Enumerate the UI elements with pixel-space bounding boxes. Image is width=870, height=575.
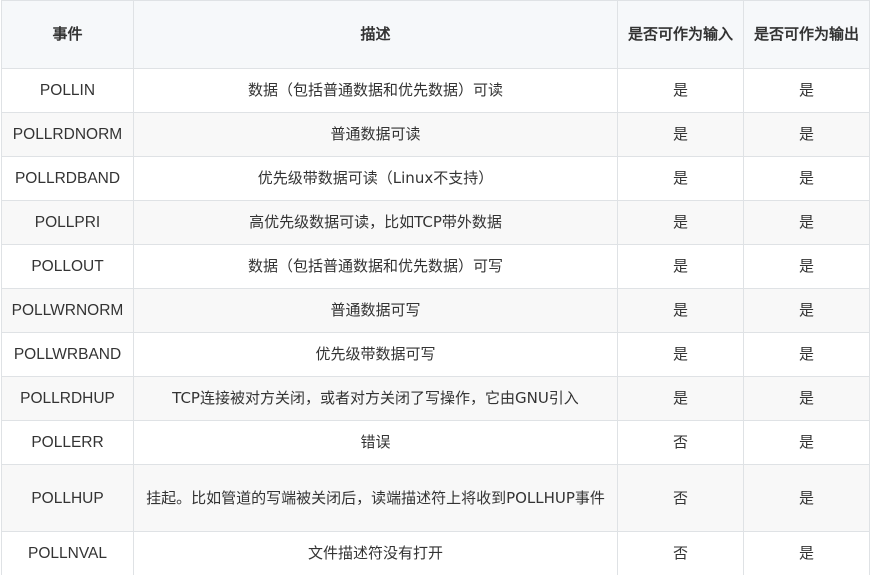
table-row: POLLPRI 高优先级数据可读，比如TCP带外数据 是 是 — [1, 200, 870, 245]
table-row: POLLOUT 数据（包括普通数据和优先数据）可写 是 是 — [1, 244, 870, 289]
output-cell: 是 — [743, 288, 870, 333]
output-cell: 是 — [743, 332, 870, 377]
output-cell: 是 — [743, 244, 870, 289]
event-cell: POLLERR — [1, 420, 134, 465]
description-cell: 普通数据可写 — [133, 288, 618, 333]
table-row: POLLRDHUP TCP连接被对方关闭，或者对方关闭了写操作，它由GNU引入 … — [1, 376, 870, 421]
description-cell: 普通数据可读 — [133, 112, 618, 157]
input-cell: 否 — [617, 420, 744, 465]
event-cell: POLLWRNORM — [1, 288, 134, 333]
table-body: POLLIN 数据（包括普通数据和优先数据）可读 是 是 POLLRDNORM … — [1, 68, 870, 575]
table-row: POLLHUP 挂起。比如管道的写端被关闭后，读端描述符上将收到POLLHUP事… — [1, 464, 870, 532]
poll-events-table: 事件 描述 是否可作为输入 是否可作为输出 POLLIN 数据（包括普通数据和优… — [1, 0, 870, 575]
output-cell: 是 — [743, 531, 870, 575]
description-cell: 错误 — [133, 420, 618, 465]
output-cell: 是 — [743, 420, 870, 465]
description-cell: TCP连接被对方关闭，或者对方关闭了写操作，它由GNU引入 — [133, 376, 618, 421]
table-row: POLLIN 数据（包括普通数据和优先数据）可读 是 是 — [1, 68, 870, 113]
header-as-input: 是否可作为输入 — [617, 0, 744, 69]
table-row: POLLWRBAND 优先级带数据可写 是 是 — [1, 332, 870, 377]
output-cell: 是 — [743, 200, 870, 245]
event-cell: POLLNVAL — [1, 531, 134, 575]
event-cell: POLLPRI — [1, 200, 134, 245]
input-cell: 是 — [617, 288, 744, 333]
header-row: 事件 描述 是否可作为输入 是否可作为输出 — [1, 0, 870, 69]
description-cell: 优先级带数据可写 — [133, 332, 618, 377]
description-cell: 数据（包括普通数据和优先数据）可读 — [133, 68, 618, 113]
description-cell: 文件描述符没有打开 — [133, 531, 618, 575]
header-as-output: 是否可作为输出 — [743, 0, 870, 69]
description-cell: 数据（包括普通数据和优先数据）可写 — [133, 244, 618, 289]
output-cell: 是 — [743, 464, 870, 532]
output-cell: 是 — [743, 68, 870, 113]
event-cell: POLLRDNORM — [1, 112, 134, 157]
output-cell: 是 — [743, 156, 870, 201]
event-cell: POLLRDBAND — [1, 156, 134, 201]
input-cell: 是 — [617, 200, 744, 245]
event-cell: POLLHUP — [1, 464, 134, 532]
input-cell: 是 — [617, 112, 744, 157]
input-cell: 是 — [617, 244, 744, 289]
description-cell: 高优先级数据可读，比如TCP带外数据 — [133, 200, 618, 245]
table-row: POLLRDBAND 优先级带数据可读（Linux不支持） 是 是 — [1, 156, 870, 201]
table-row: POLLRDNORM 普通数据可读 是 是 — [1, 112, 870, 157]
input-cell: 是 — [617, 68, 744, 113]
event-cell: POLLRDHUP — [1, 376, 134, 421]
event-cell: POLLWRBAND — [1, 332, 134, 377]
input-cell: 否 — [617, 464, 744, 532]
output-cell: 是 — [743, 112, 870, 157]
input-cell: 是 — [617, 156, 744, 201]
input-cell: 否 — [617, 531, 744, 575]
event-cell: POLLIN — [1, 68, 134, 113]
table-row: POLLERR 错误 否 是 — [1, 420, 870, 465]
table-row: POLLWRNORM 普通数据可写 是 是 — [1, 288, 870, 333]
description-cell: 挂起。比如管道的写端被关闭后，读端描述符上将收到POLLHUP事件 — [133, 464, 618, 532]
input-cell: 是 — [617, 332, 744, 377]
header-event: 事件 — [1, 0, 134, 69]
description-cell: 优先级带数据可读（Linux不支持） — [133, 156, 618, 201]
input-cell: 是 — [617, 376, 744, 421]
output-cell: 是 — [743, 376, 870, 421]
header-description: 描述 — [133, 0, 618, 69]
table-header: 事件 描述 是否可作为输入 是否可作为输出 — [1, 0, 870, 69]
table-row: POLLNVAL 文件描述符没有打开 否 是 — [1, 531, 870, 575]
event-cell: POLLOUT — [1, 244, 134, 289]
